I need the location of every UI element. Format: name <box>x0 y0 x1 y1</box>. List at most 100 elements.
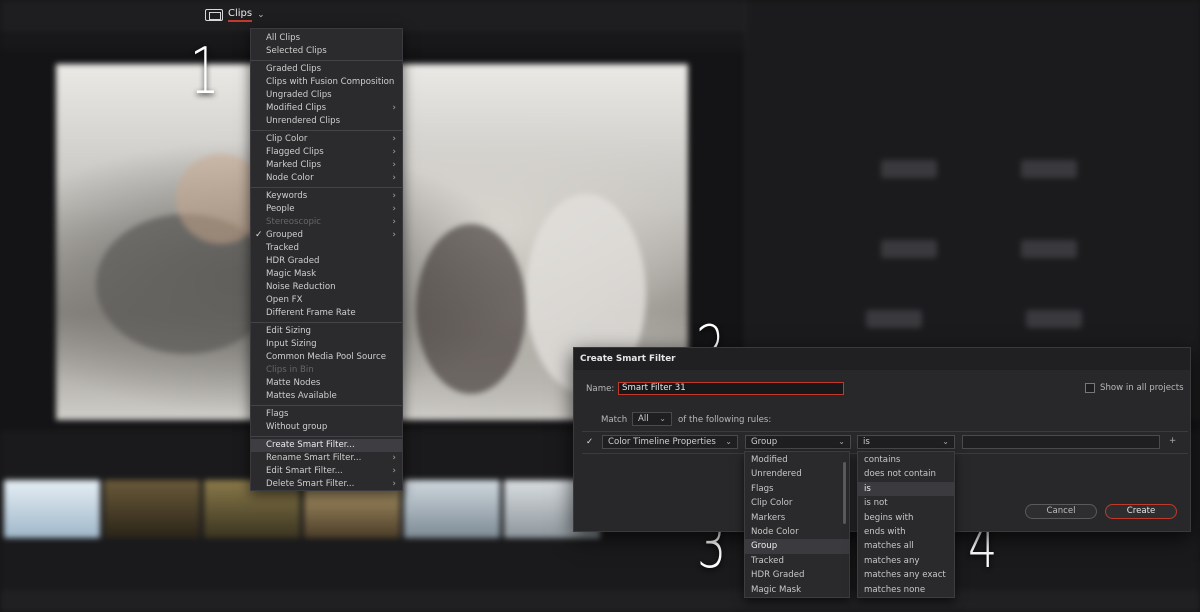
rule-field-select[interactable]: Group ⌄ <box>745 435 851 449</box>
menu-separator <box>251 405 402 406</box>
option-ends-with[interactable]: ends with <box>858 525 954 539</box>
option-matches-any[interactable]: matches any <box>858 554 954 568</box>
option-tracked[interactable]: Tracked <box>745 554 849 568</box>
menu-item-clips-in-bin: Clips in Bin <box>251 364 402 377</box>
menu-item-label: Selected Clips <box>266 46 327 56</box>
menu-item-common-media-pool-source[interactable]: Common Media Pool Source <box>251 351 402 364</box>
menu-item-selected-clips[interactable]: Selected Clips <box>251 45 402 58</box>
rule-property-select[interactable]: Color Timeline Properties ⌄ <box>602 435 738 449</box>
menu-item-input-sizing[interactable]: Input Sizing <box>251 338 402 351</box>
menu-item-open-fx[interactable]: Open FX <box>251 294 402 307</box>
menu-item-mattes-available[interactable]: Mattes Available <box>251 390 402 403</box>
option-hdr-graded[interactable]: HDR Graded <box>745 568 849 582</box>
option-matches-none[interactable]: matches none <box>858 583 954 597</box>
option-clip-color[interactable]: Clip Color <box>745 496 849 510</box>
menu-item-marked-clips[interactable]: Marked Clips › <box>251 159 402 172</box>
submenu-arrow-icon: › <box>392 230 396 240</box>
submenu-arrow-icon: › <box>392 173 396 183</box>
submenu-arrow-icon: › <box>392 147 396 157</box>
menu-item-label: Marked Clips <box>266 160 322 170</box>
submenu-arrow-icon: › <box>392 191 396 201</box>
create-button[interactable]: Create <box>1105 504 1177 519</box>
clips-filter-tab[interactable]: Clips ⌄ <box>205 8 265 22</box>
menu-item-label: Delete Smart Filter... <box>266 479 355 489</box>
match-suffix-label: of the following rules: <box>678 415 772 425</box>
option-flags[interactable]: Flags <box>745 482 849 496</box>
menu-item-noise-reduction[interactable]: Noise Reduction <box>251 281 402 294</box>
menu-item-clips-with-fusion-composition[interactable]: Clips with Fusion Composition <box>251 76 402 89</box>
menu-item-matte-nodes[interactable]: Matte Nodes <box>251 377 402 390</box>
rule-value-input[interactable] <box>962 435 1160 449</box>
menu-item-create-smart-filter[interactable]: Create Smart Filter... <box>251 439 402 452</box>
chevron-down-icon: ⌄ <box>942 437 949 446</box>
rule-operator-value: is <box>863 437 870 447</box>
option-markers[interactable]: Markers <box>745 511 849 525</box>
menu-item-graded-clips[interactable]: Graded Clips <box>251 63 402 76</box>
menu-item-modified-clips[interactable]: Modified Clips › <box>251 102 402 115</box>
menu-item-label: Modified Clips <box>266 103 327 113</box>
menu-item-ungraded-clips[interactable]: Ungraded Clips <box>251 89 402 102</box>
option-unrendered[interactable]: Unrendered <box>745 467 849 481</box>
submenu-arrow-icon: › <box>392 479 396 489</box>
menu-item-tracked[interactable]: Tracked <box>251 242 402 255</box>
submenu-arrow-icon: › <box>392 466 396 476</box>
menu-item-grouped[interactable]: ✓ Grouped › <box>251 229 402 242</box>
menu-item-keywords[interactable]: Keywords › <box>251 190 402 203</box>
menu-item-label: Noise Reduction <box>266 282 336 292</box>
match-select[interactable]: All ⌄ <box>632 412 672 426</box>
option-modified[interactable]: Modified <box>745 453 849 467</box>
menu-item-label: Graded Clips <box>266 64 322 74</box>
add-rule-icon[interactable]: + <box>1169 436 1176 446</box>
menu-item-label: Open FX <box>266 295 303 305</box>
option-matches-any-exact[interactable]: matches any exact <box>858 568 954 582</box>
menu-item-without-group[interactable]: Without group <box>251 421 402 434</box>
menu-item-hdr-graded[interactable]: HDR Graded <box>251 255 402 268</box>
menu-item-label: Input Sizing <box>266 339 317 349</box>
menu-separator <box>251 322 402 323</box>
rule-operator-select[interactable]: is ⌄ <box>857 435 955 449</box>
option-magic-mask[interactable]: Magic Mask <box>745 583 849 597</box>
menu-item-flagged-clips[interactable]: Flagged Clips › <box>251 146 402 159</box>
option-is-not[interactable]: is not <box>858 496 954 510</box>
chevron-down-icon: ⌄ <box>659 414 666 423</box>
menu-item-rename-smart-filter[interactable]: Rename Smart Filter... › <box>251 452 402 465</box>
clips-filter-menu: All Clips Selected Clips Graded Clips Clips… <box>250 28 403 491</box>
menu-item-edit-sizing[interactable]: Edit Sizing <box>251 325 402 338</box>
option-begins-with[interactable]: begins with <box>858 511 954 525</box>
menu-item-different-frame-rate[interactable]: Different Frame Rate <box>251 307 402 320</box>
menu-item-label: Flags <box>266 409 289 419</box>
menu-item-magic-mask[interactable]: Magic Mask <box>251 268 402 281</box>
rule-enabled-checkmark[interactable]: ✓ <box>586 437 593 447</box>
menu-item-label: Unrendered Clips <box>266 116 341 126</box>
menu-item-people[interactable]: People › <box>251 203 402 216</box>
name-field[interactable]: Smart Filter 31 <box>618 382 844 395</box>
menu-item-label: Matte Nodes <box>266 378 321 388</box>
menu-item-delete-smart-filter[interactable]: Delete Smart Filter... › <box>251 478 402 491</box>
menu-item-node-color[interactable]: Node Color › <box>251 172 402 185</box>
option-group[interactable]: Group <box>745 539 849 554</box>
chevron-down-icon: ⌄ <box>838 437 845 446</box>
show-in-all-projects-checkbox[interactable] <box>1085 383 1095 393</box>
option-is[interactable]: is <box>858 481 954 497</box>
menu-item-clip-color[interactable]: Clip Color › <box>251 133 402 146</box>
option-node-color[interactable]: Node Color <box>745 525 849 539</box>
clips-label: Clips <box>228 8 253 22</box>
menu-item-label: Without group <box>266 422 328 432</box>
option-does-not-contain[interactable]: does not contain <box>858 467 954 481</box>
menu-item-label: Common Media Pool Source <box>266 352 387 362</box>
menu-item-label: Create Smart Filter... <box>266 440 355 450</box>
menu-item-edit-smart-filter[interactable]: Edit Smart Filter... › <box>251 465 402 478</box>
menu-item-flags[interactable]: Flags <box>251 408 402 421</box>
menu-item-label: People <box>266 204 295 214</box>
menu-item-all-clips[interactable]: All Clips <box>251 32 402 45</box>
show-in-all-projects-label: Show in all projects <box>1100 383 1184 393</box>
submenu-arrow-icon: › <box>392 160 396 170</box>
menu-item-unrendered-clips[interactable]: Unrendered Clips <box>251 115 402 128</box>
operator-options-list: contains does not contain is is not begins w… <box>857 451 955 598</box>
submenu-arrow-icon: › <box>392 453 396 463</box>
scrollbar[interactable] <box>843 462 846 524</box>
option-matches-all[interactable]: matches all <box>858 539 954 553</box>
option-contains[interactable]: contains <box>858 453 954 467</box>
cancel-button[interactable]: Cancel <box>1025 504 1097 519</box>
menu-item-label: Clips with Fusion Composition <box>266 77 395 87</box>
